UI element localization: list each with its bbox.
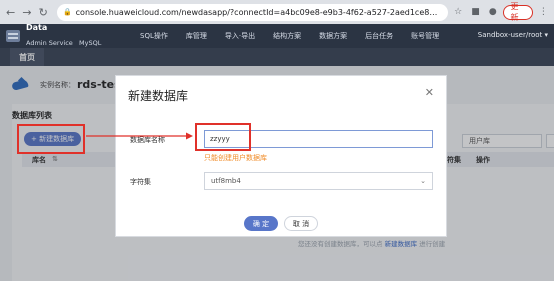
top-menu-item[interactable]: SQL操作 (140, 31, 168, 41)
reload-icon[interactable]: ↻ (37, 5, 50, 19)
browser-toolbar: ← → ↻ 🔒 console.huaweicloud.com/newdasap… (0, 0, 554, 24)
screenshot-root: ← → ↻ 🔒 console.huaweicloud.com/newdasap… (0, 0, 554, 281)
brand[interactable]: Data Admin Service MySQL (0, 24, 140, 48)
forward-icon[interactable]: → (20, 5, 33, 19)
lock-icon: 🔒 (62, 8, 72, 16)
app-header: Data Admin Service MySQL SQL操作 库管理 导入·导出 结构… (0, 24, 554, 48)
cancel-button[interactable]: 取 消 (284, 216, 318, 231)
close-icon[interactable]: ✕ (425, 86, 434, 99)
top-menu-item[interactable]: 库管理 (186, 31, 207, 41)
extension-icon[interactable]: ■ (469, 5, 482, 19)
top-menu-item[interactable]: 账号管理 (411, 31, 439, 41)
menu-icon[interactable]: ⋮ (537, 5, 550, 19)
brand-subtitle: Admin Service MySQL (26, 39, 102, 47)
url-text: console.huaweicloud.com/newdasapp/?conne… (75, 7, 442, 17)
db-name-hint: 只能创建用户数据库 (204, 154, 267, 162)
top-menu-item[interactable]: 数据方案 (319, 31, 347, 41)
address-bar[interactable]: 🔒 console.huaweicloud.com/newdasapp/?con… (56, 3, 448, 21)
browser-update-button[interactable]: 更新 (503, 2, 533, 22)
top-menu-item[interactable]: 结构方案 (273, 31, 301, 41)
charset-label: 字符集 (130, 178, 151, 186)
annotation-box-name-input (195, 123, 251, 151)
account-dropdown[interactable]: Sandbox-user/root ▾ (478, 31, 548, 39)
top-menu-item[interactable]: 导入·导出 (225, 31, 255, 41)
chevron-down-icon: ⌄ (420, 177, 426, 185)
confirm-button[interactable]: 确 定 (244, 216, 278, 231)
create-database-dialog: 新建数据库 ✕ 数据库名称 zzyyy 只能创建用户数据库 字符集 utf8mb… (115, 75, 447, 237)
profile-icon[interactable]: ● (486, 5, 499, 19)
top-menu: SQL操作 库管理 导入·导出 结构方案 数据方案 后台任务 账号管理 (140, 31, 457, 41)
top-menu-item[interactable]: 后台任务 (365, 31, 393, 41)
dialog-title: 新建数据库 (128, 89, 189, 103)
database-logo-icon (6, 30, 20, 42)
back-icon[interactable]: ← (4, 5, 17, 19)
annotation-box-create-button (17, 124, 85, 154)
brand-title: Data (26, 23, 48, 32)
annotation-arrow-icon (86, 132, 193, 140)
star-icon[interactable]: ☆ (452, 5, 465, 19)
charset-select[interactable]: utf8mb4 ⌄ (204, 172, 433, 190)
